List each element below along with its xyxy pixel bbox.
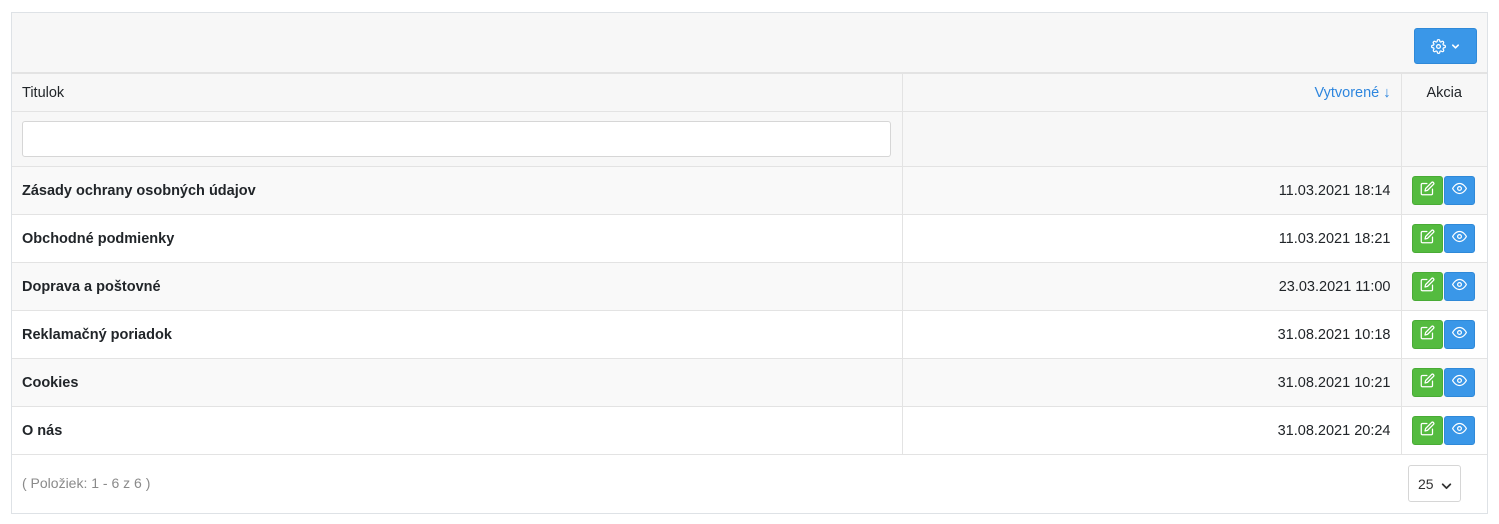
table-row: Reklamačný poriadok 31.08.2021 10:18 bbox=[12, 310, 1487, 359]
edit-icon bbox=[1420, 277, 1435, 296]
edit-icon bbox=[1420, 421, 1435, 440]
row-actions bbox=[1400, 262, 1487, 311]
edit-button[interactable] bbox=[1411, 272, 1443, 301]
column-header-title[interactable]: Titulok bbox=[12, 73, 903, 112]
eye-icon bbox=[1451, 373, 1468, 392]
column-header-created[interactable]: Vytvorené ↓ bbox=[901, 73, 1402, 112]
row-created: 31.08.2021 20:24 bbox=[901, 406, 1402, 455]
pages-table: Titulok Vytvorené ↓ Akcia Zásady ochrany… bbox=[12, 73, 1487, 455]
pages-grid-panel: Titulok Vytvorené ↓ Akcia Zásady ochrany… bbox=[11, 12, 1488, 514]
view-button[interactable] bbox=[1443, 416, 1475, 445]
edit-button[interactable] bbox=[1411, 368, 1443, 397]
edit-icon bbox=[1420, 181, 1435, 200]
table-row: Cookies 31.08.2021 10:21 bbox=[12, 358, 1487, 407]
row-title: Cookies bbox=[12, 358, 903, 407]
view-button[interactable] bbox=[1443, 272, 1475, 301]
row-created: 31.08.2021 10:21 bbox=[901, 358, 1402, 407]
row-title: O nás bbox=[12, 406, 903, 455]
edit-button[interactable] bbox=[1411, 176, 1443, 205]
row-created: 11.03.2021 18:14 bbox=[901, 166, 1402, 215]
edit-icon bbox=[1420, 325, 1435, 344]
table-header-row: Titulok Vytvorené ↓ Akcia bbox=[12, 73, 1487, 112]
sort-descending-icon: ↓ bbox=[1383, 84, 1391, 101]
page-size-select[interactable]: 25 bbox=[1408, 465, 1461, 502]
row-title: Zásady ochrany osobných údajov bbox=[12, 166, 903, 215]
grid-toolbar bbox=[12, 13, 1487, 73]
eye-icon bbox=[1451, 277, 1468, 296]
eye-icon bbox=[1451, 325, 1468, 344]
table-row: O nás 31.08.2021 20:24 bbox=[12, 406, 1487, 455]
title-filter-input[interactable] bbox=[22, 121, 891, 157]
row-actions bbox=[1400, 214, 1487, 263]
settings-dropdown-button[interactable] bbox=[1414, 28, 1477, 64]
row-actions bbox=[1400, 406, 1487, 455]
row-created: 23.03.2021 11:00 bbox=[901, 262, 1402, 311]
view-button[interactable] bbox=[1443, 224, 1475, 253]
edit-button[interactable] bbox=[1411, 320, 1443, 349]
row-title: Obchodné podmienky bbox=[12, 214, 903, 263]
table-row: Obchodné podmienky 11.03.2021 18:21 bbox=[12, 214, 1487, 263]
chevron-down-icon bbox=[1441, 479, 1452, 495]
row-created: 11.03.2021 18:21 bbox=[901, 214, 1402, 263]
row-actions bbox=[1400, 166, 1487, 215]
edit-button[interactable] bbox=[1411, 224, 1443, 253]
actions-filter-cell bbox=[1400, 111, 1487, 167]
pager-info: ( Položiek: 1 - 6 z 6 ) bbox=[22, 475, 151, 491]
edit-icon bbox=[1420, 373, 1435, 392]
column-header-title-label: Titulok bbox=[22, 84, 65, 101]
view-button[interactable] bbox=[1443, 176, 1475, 205]
view-button[interactable] bbox=[1443, 320, 1475, 349]
row-actions bbox=[1400, 310, 1487, 359]
view-button[interactable] bbox=[1443, 368, 1475, 397]
grid-footer: ( Položiek: 1 - 6 z 6 ) 25 bbox=[12, 454, 1487, 513]
row-created: 31.08.2021 10:18 bbox=[901, 310, 1402, 359]
title-filter-cell bbox=[12, 111, 903, 167]
row-actions bbox=[1400, 358, 1487, 407]
chevron-down-icon bbox=[1451, 42, 1460, 51]
edit-button[interactable] bbox=[1411, 416, 1443, 445]
edit-icon bbox=[1420, 229, 1435, 248]
eye-icon bbox=[1451, 181, 1468, 200]
page-size-value: 25 bbox=[1418, 475, 1434, 492]
gear-icon bbox=[1431, 38, 1446, 54]
created-filter-cell bbox=[901, 111, 1402, 167]
eye-icon bbox=[1451, 229, 1468, 248]
eye-icon bbox=[1451, 421, 1468, 440]
row-title: Reklamačný poriadok bbox=[12, 310, 903, 359]
row-title: Doprava a poštovné bbox=[12, 262, 903, 311]
column-header-actions-label: Akcia bbox=[1426, 84, 1462, 101]
table-row: Doprava a poštovné 23.03.2021 11:00 bbox=[12, 262, 1487, 311]
table-row: Zásady ochrany osobných údajov 11.03.202… bbox=[12, 166, 1487, 215]
filter-row bbox=[12, 111, 1487, 167]
column-header-actions: Akcia bbox=[1400, 73, 1487, 112]
column-header-created-label: Vytvorené bbox=[1314, 84, 1380, 101]
